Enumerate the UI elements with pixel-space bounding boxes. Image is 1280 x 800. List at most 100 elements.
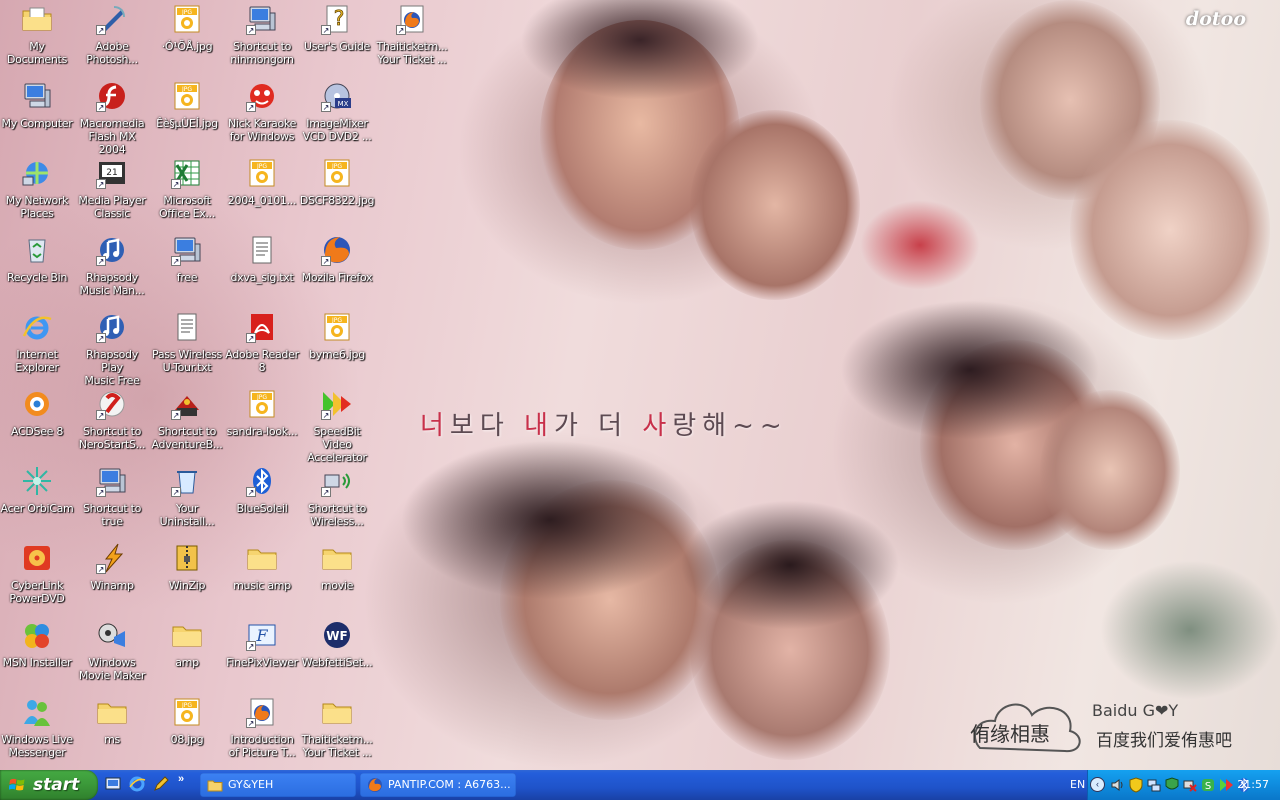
desktop-icon[interactable]: Pass Wireless U-Tour.txt	[149, 311, 225, 385]
language-indicator[interactable]: EN	[1070, 778, 1085, 791]
desktop-icon[interactable]: ACDSee 8	[0, 388, 75, 462]
desktop-icon[interactable]: ↗ Shortcut to Wireless...	[299, 465, 375, 539]
desktop-icon[interactable]: JPG Êè§µÙEÍ.jpg	[149, 80, 225, 154]
desktop-icon[interactable]: ↗ BlueSoleil	[224, 465, 300, 539]
tray-disconnected-icon[interactable]	[1182, 777, 1198, 793]
desktop-icon[interactable]: ↗ Shortcut to true	[74, 465, 150, 539]
desktop-icon[interactable]: ↗ Adobe Photosh...	[74, 3, 150, 77]
desktop-icon-label: music amp	[233, 579, 291, 592]
quick-launch: »	[104, 773, 194, 795]
desktop-icon[interactable]: ↗ Mozila Firefox	[299, 234, 375, 308]
ql-desktop-icon[interactable]	[104, 775, 124, 795]
ql-chevron-icon[interactable]: »	[178, 773, 198, 793]
desktop-icon[interactable]: ↗ Macromedia Flash MX 2004	[74, 80, 150, 156]
desktop-icon[interactable]: ? ↗ User's Guide	[299, 3, 375, 77]
desktop-icon-label: Microsoft Office Ex...	[158, 194, 216, 220]
desktop-icon-label: Thaiticketm... Your Ticket ...	[376, 40, 448, 66]
svg-text:WF: WF	[326, 629, 347, 643]
desktop-icon-label: Macromedia Flash MX 2004	[79, 117, 145, 156]
clock[interactable]: 21:57	[1237, 778, 1269, 791]
svg-text:JPG: JPG	[256, 394, 267, 401]
desktop-icon[interactable]: CyberLink PowerDVD	[0, 542, 75, 616]
desktop-icon[interactable]: 21 ↗ Media Player Classic	[74, 157, 150, 231]
computer-small-icon: ↗	[96, 465, 128, 497]
desktop-icon[interactable]: ↗ Shortcut to NeroStartS...	[74, 388, 150, 462]
desktop-icon[interactable]: JPG byme6.jpg	[299, 311, 375, 385]
desktop-icon-label: ImageMixer VCD DVD2 ...	[302, 117, 372, 143]
shortcut-arrow-icon: ↗	[321, 102, 331, 112]
tray-speedbit-icon[interactable]	[1218, 777, 1234, 793]
desktop-icon[interactable]: ↗ Your Uninstall...	[149, 465, 225, 539]
system-tray: ‹ S 21:57	[1087, 770, 1280, 800]
desktop-icon-label: sandra-look...	[226, 425, 298, 438]
desktop-icon[interactable]: My Computer	[0, 80, 75, 154]
desktop-icon-label: 08.jpg	[170, 733, 204, 746]
tray-expand-icon[interactable]: ‹	[1090, 777, 1105, 792]
excel-icon: ↗	[171, 157, 203, 189]
desktop-icon-label: User's Guide	[303, 40, 371, 53]
desktop-icon[interactable]: movie	[299, 542, 375, 616]
start-button[interactable]: start	[0, 770, 98, 800]
tray-shield-icon[interactable]	[1128, 777, 1144, 793]
jpg-icon: JPG	[246, 157, 278, 189]
shortcut-arrow-icon: ↗	[321, 487, 331, 497]
desktop-icon[interactable]: F ↗ FinePixViewer	[224, 619, 300, 693]
desktop-icon[interactable]: My Documents	[0, 3, 75, 77]
desktop-icon[interactable]: ↗ Rhapsody Play Music Free	[74, 311, 150, 387]
desktop-icon[interactable]: JPG sandra-look...	[224, 388, 300, 462]
desktop-icon-label: Windows Movie Maker	[78, 656, 146, 682]
desktop-icon[interactable]: Internet Explorer	[0, 311, 75, 385]
desktop-icon[interactable]: Windows Live Messenger	[0, 696, 75, 770]
desktop-icon[interactable]: ↗ Winamp	[74, 542, 150, 616]
desktop-icon[interactable]: MSN Installer	[0, 619, 75, 693]
desktop-icon[interactable]: ↗ free	[149, 234, 225, 308]
desktop-icon[interactable]: Thaiticketm... Your Ticket ...	[299, 696, 375, 770]
ie-icon	[21, 311, 53, 343]
powerdvd-icon	[21, 542, 53, 574]
desktop-icon[interactable]: My Network Places	[0, 157, 75, 231]
ql-internet-explorer-icon[interactable]	[128, 775, 148, 795]
tray-network-icon[interactable]	[1146, 777, 1162, 793]
desktop-icon[interactable]: ↗ Shortcut to ninmongorn	[224, 3, 300, 77]
svg-text:F: F	[255, 626, 268, 645]
jpg-icon: JPG	[321, 157, 353, 189]
desktop-icon[interactable]: JPG 08.jpg	[149, 696, 225, 770]
desktop-icon-label: My Documents	[6, 40, 68, 66]
ql-pencil-icon[interactable]	[152, 775, 172, 795]
desktop-icon[interactable]: amp	[149, 619, 225, 693]
desktop-icon[interactable]: Windows Movie Maker	[74, 619, 150, 693]
desktop-icon[interactable]: WinZip	[149, 542, 225, 616]
shortcut-arrow-icon: ↗	[246, 718, 256, 728]
desktop-icon[interactable]: ↗ Shortcut to AdventureB...	[149, 388, 225, 462]
desktop-icon[interactable]: MX ↗ ImageMixer VCD DVD2 ...	[299, 80, 375, 154]
shortcut-arrow-icon: ↗	[396, 25, 406, 35]
desktop-icon[interactable]: WF WebfettiSet...	[299, 619, 375, 693]
svg-text:JPG: JPG	[331, 163, 342, 170]
desktop-icon[interactable]: ms	[74, 696, 150, 770]
tray-app-icon[interactable]: S	[1200, 777, 1216, 793]
acdsee-icon	[21, 388, 53, 420]
desktop-icon[interactable]: dxva_sig.txt	[224, 234, 300, 308]
desktop-icon[interactable]: JPG DSCF8322.jpg	[299, 157, 375, 231]
tray-security-icon[interactable]	[1164, 777, 1180, 793]
desktop-icon[interactable]: ↗ Introduction of Picture T...	[224, 696, 300, 770]
desktop-icon[interactable]: Acer OrbiCam	[0, 465, 75, 539]
desktop-icon[interactable]: ↗ Adobe Reader 8	[224, 311, 300, 385]
desktop-icon[interactable]: ↗ SpeedBit Video Accelerator	[299, 388, 375, 464]
desktop-icon[interactable]: ↗ Thaiticketm... Your Ticket ...	[374, 3, 450, 77]
desktop-icon-label: DSCF8322.jpg	[299, 194, 375, 207]
orbicam-icon	[21, 465, 53, 497]
desktop-icon[interactable]: Recycle Bin	[0, 234, 75, 308]
desktop-icon[interactable]: JPG ·Ó¹ÕÅ.jpg	[149, 3, 225, 77]
desktop-icon[interactable]: music amp	[224, 542, 300, 616]
svg-text:JPG: JPG	[181, 86, 192, 93]
task-button-pantip[interactable]: PANTIP.COM : A6763...	[360, 773, 516, 797]
task-button-gy-yeh[interactable]: GY&YEH	[200, 773, 356, 797]
tray-speaker-icon[interactable]	[1110, 777, 1126, 793]
desktop-icon[interactable]: ↗ Microsoft Office Ex...	[149, 157, 225, 231]
desktop-icon[interactable]: ↗ Rhapsody Music Man...	[74, 234, 150, 308]
desktop-icon[interactable]: ↗ Nick Karaoke for Windows	[224, 80, 300, 154]
desktop-icon[interactable]: JPG 2004_0101...	[224, 157, 300, 231]
desktop-icon-label: Media Player Classic	[78, 194, 146, 220]
adventure-icon: ↗	[171, 388, 203, 420]
